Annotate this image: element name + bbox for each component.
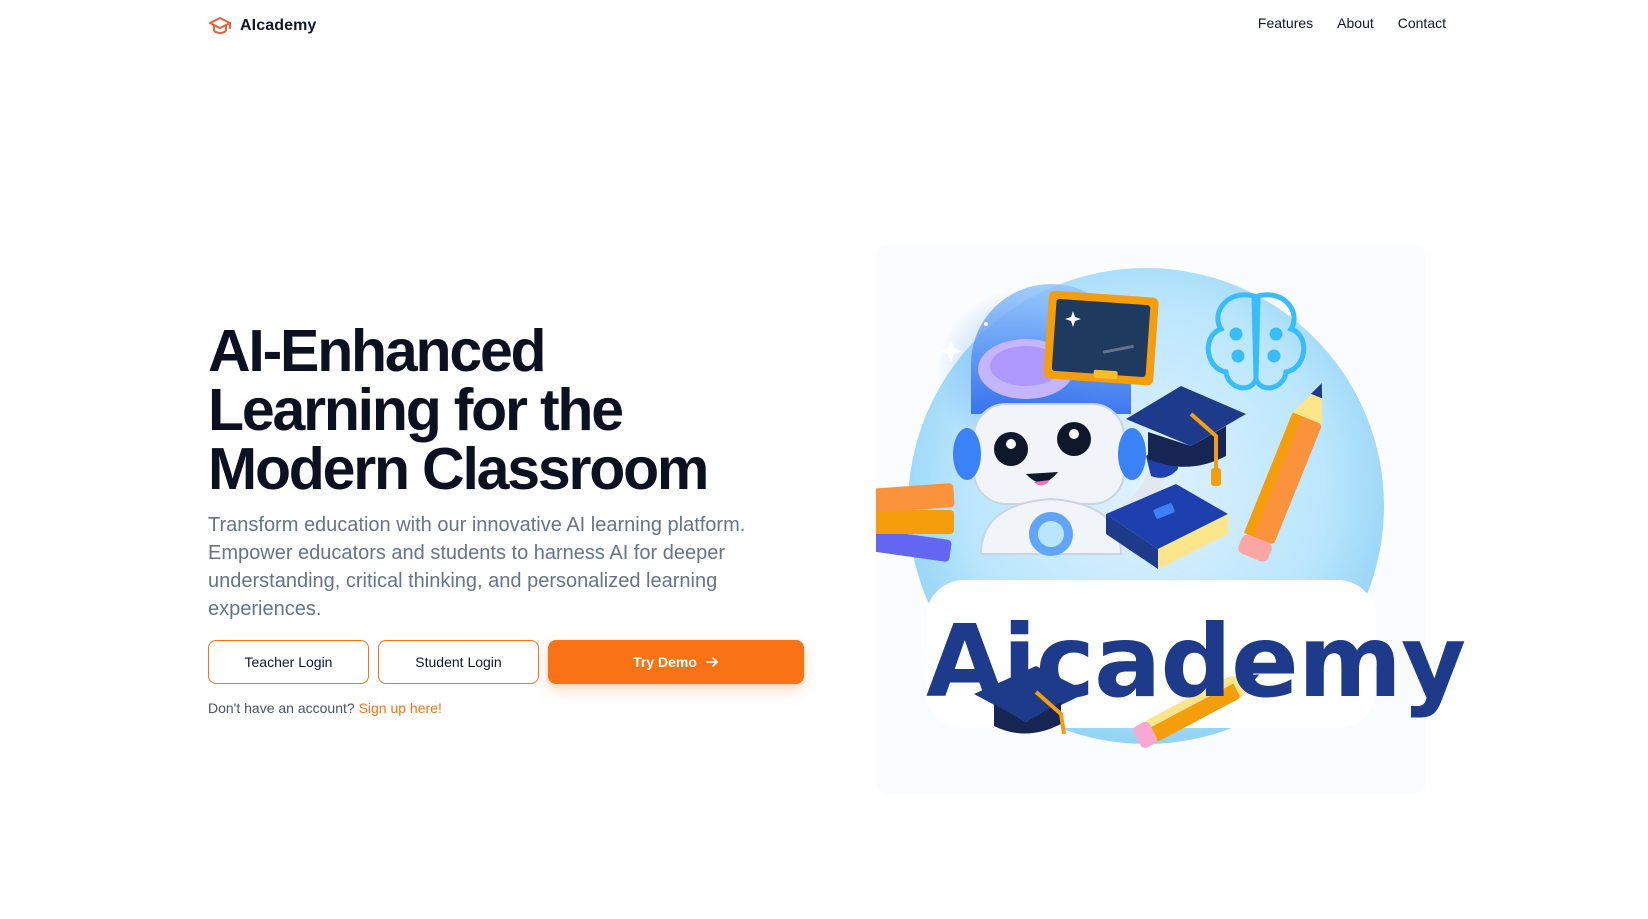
main-nav: Features About Contact xyxy=(1258,15,1446,31)
signup-link[interactable]: Sign up here! xyxy=(359,700,442,716)
brand-name: AIcademy xyxy=(240,17,317,34)
teacher-login-button[interactable]: Teacher Login xyxy=(208,640,369,684)
chalkboard-icon xyxy=(1043,290,1159,386)
nav-link-contact[interactable]: Contact xyxy=(1398,15,1446,31)
hero-title-line: AI-Enhanced xyxy=(208,318,547,384)
nav-link-features[interactable]: Features xyxy=(1258,15,1313,31)
student-login-button[interactable]: Student Login xyxy=(378,640,539,684)
hero-illustration: Aicademy xyxy=(876,244,1466,794)
brand-logo-link[interactable]: AIcademy xyxy=(208,14,316,38)
hero-subtitle: Transform education with our innovative … xyxy=(208,514,746,620)
try-demo-label: Try Demo xyxy=(633,654,697,670)
books-icon xyxy=(876,483,955,562)
signup-prompt: Don't have an account? Sign up here! xyxy=(208,700,442,716)
hero-actions: Teacher Login Student Login Try Demo xyxy=(208,640,804,684)
signup-prompt-text: Don't have an account? xyxy=(208,700,355,716)
landing-page: AIcademy Features About Contact AI-Enhan… xyxy=(0,0,1648,919)
try-demo-button[interactable]: Try Demo xyxy=(548,640,804,684)
hero-title: AI-Enhanced Learning for the Modern Clas… xyxy=(208,322,828,499)
arrow-right-icon xyxy=(705,655,719,669)
site-header: AIcademy Features About Contact xyxy=(0,0,1648,52)
hero-title-line: Modern Classroom xyxy=(208,436,709,502)
graduation-cap-icon xyxy=(208,14,232,38)
hero-title-line: Learning for the xyxy=(208,377,624,443)
wordmark-text: Aicademy xyxy=(926,603,1466,720)
nav-link-about[interactable]: About xyxy=(1337,15,1374,31)
